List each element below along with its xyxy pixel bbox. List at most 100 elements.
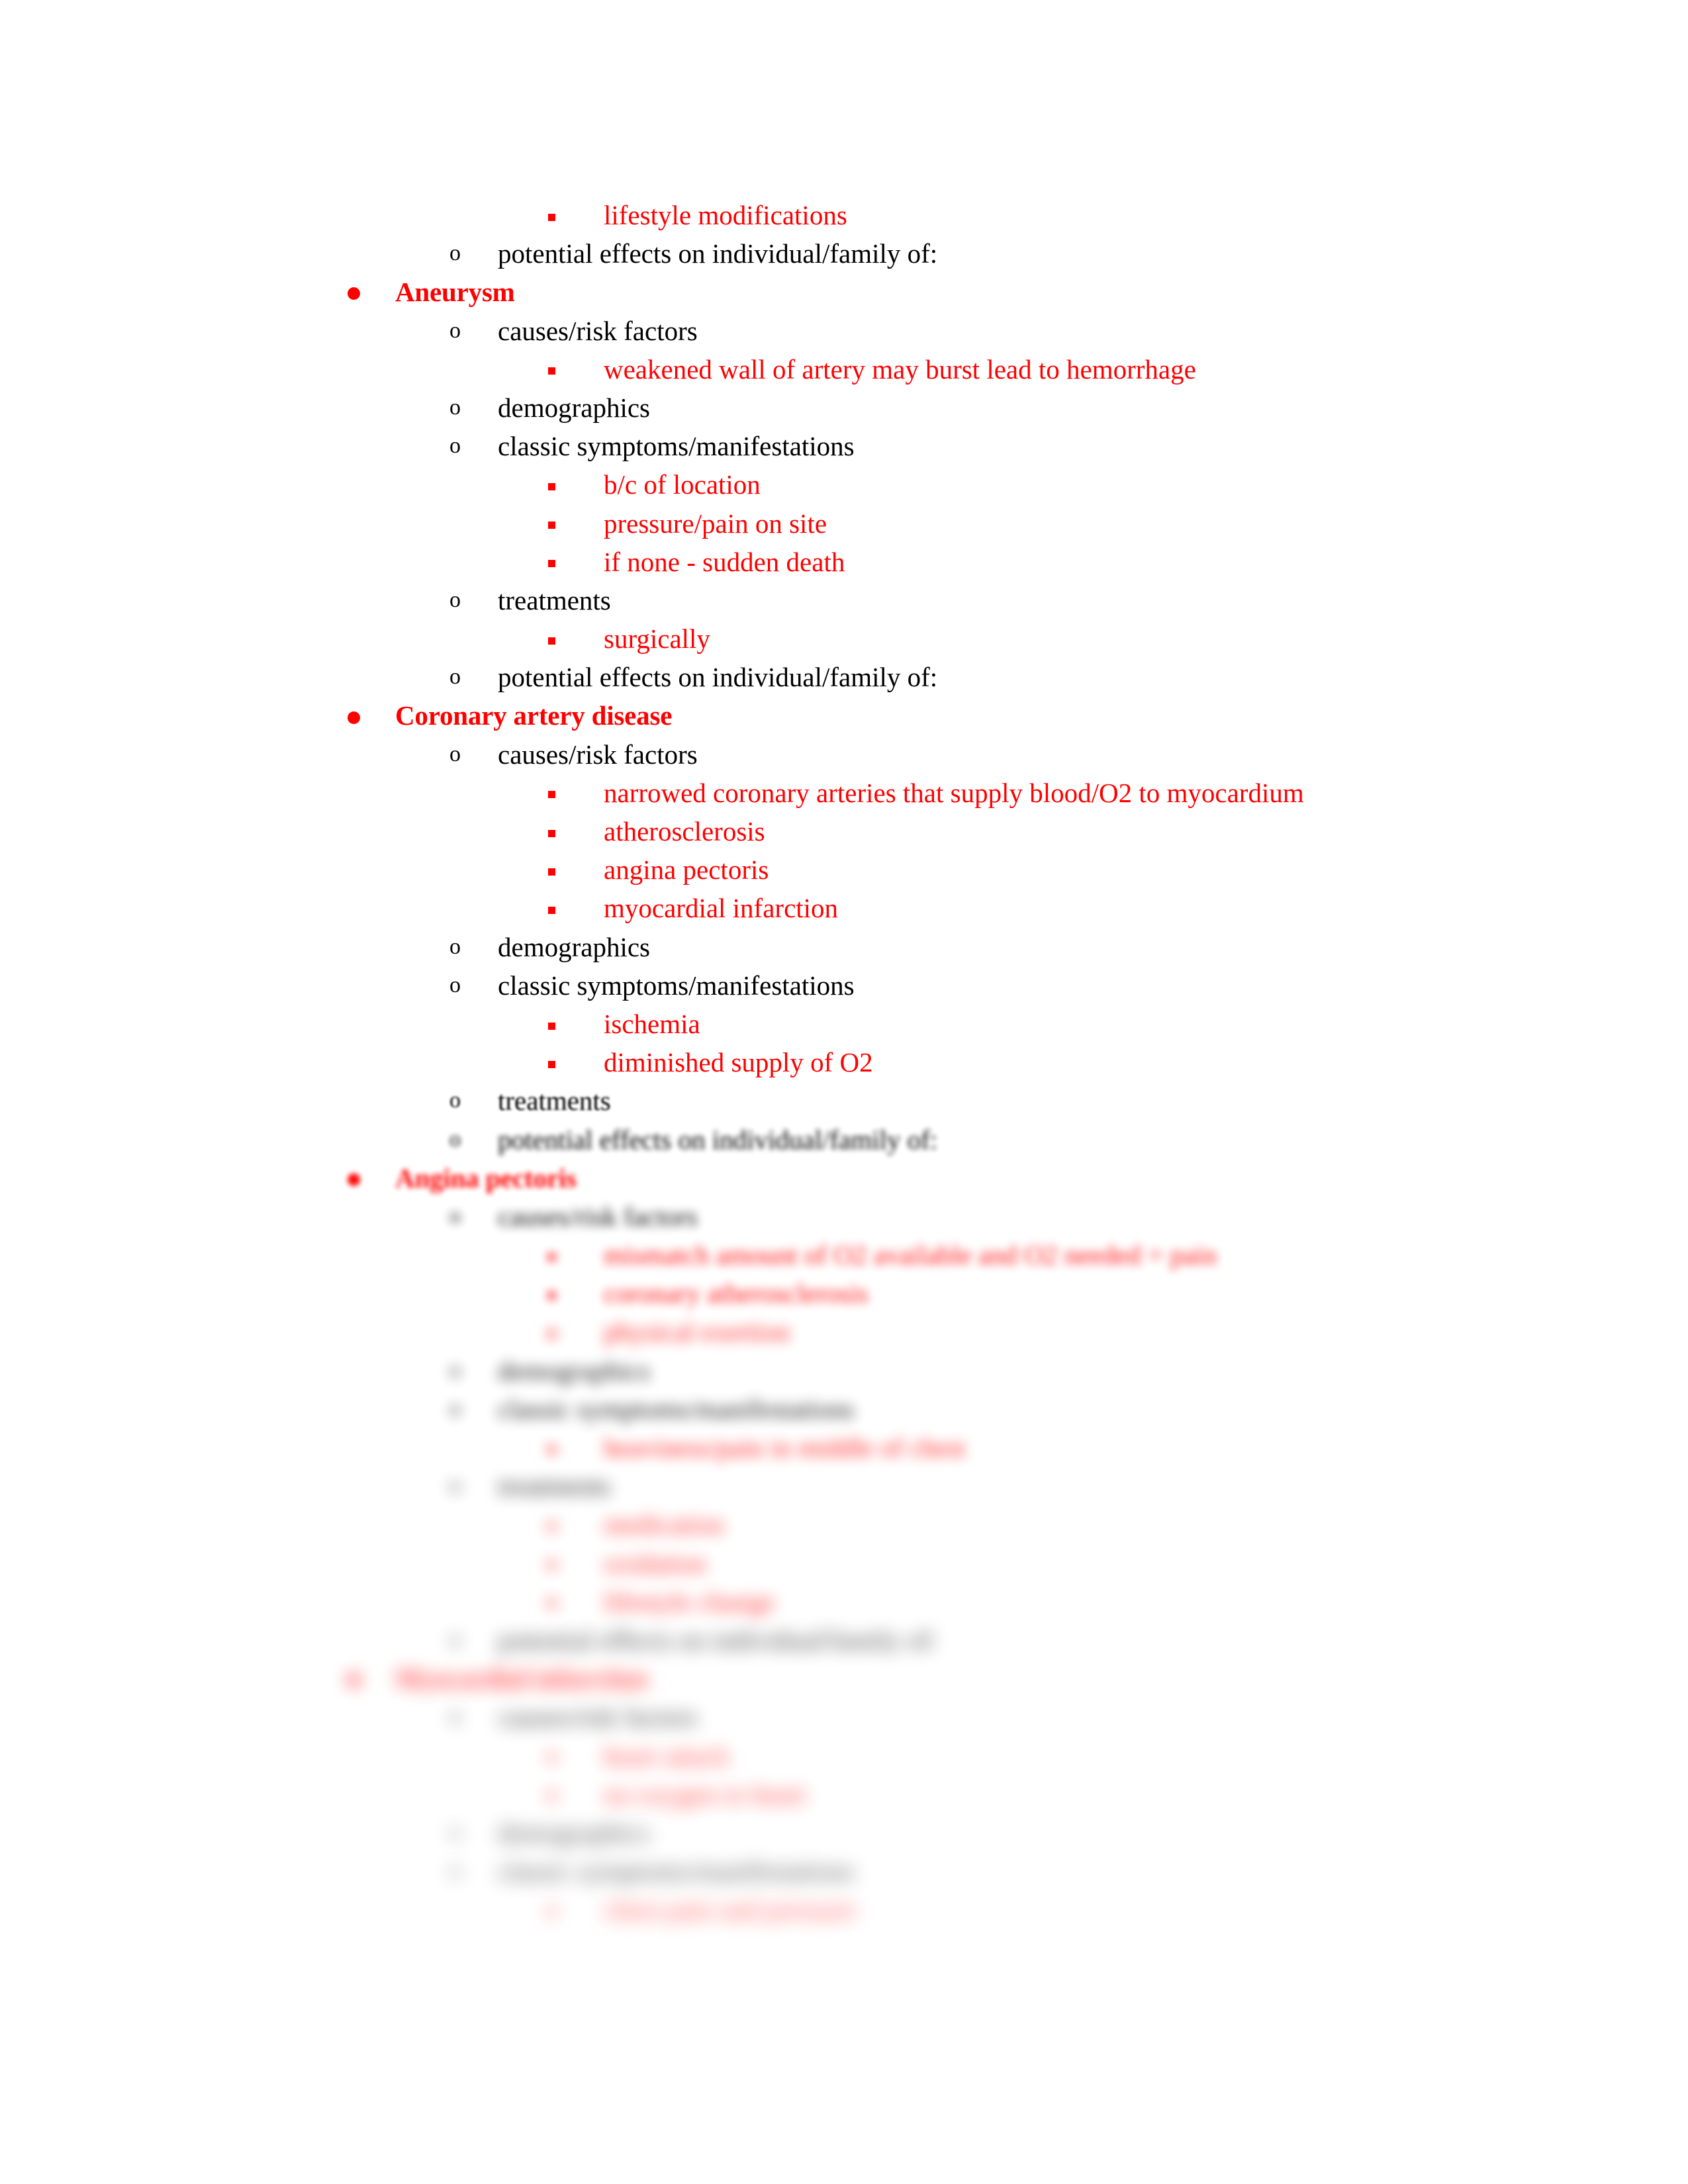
outline-subitem-row: o treatments <box>0 1467 1688 1505</box>
square-glyph <box>548 1060 555 1068</box>
square-glyph <box>548 829 555 837</box>
square-bullet-icon <box>548 1043 555 1081</box>
outline-item-text: mismatch amount of O2 available and O2 n… <box>604 1240 1217 1271</box>
outline-item-text: physical exertion <box>604 1316 790 1347</box>
outline-item-text: heaviness/pain in middle of chest <box>604 1432 966 1463</box>
square-bullet-icon <box>548 1274 555 1312</box>
square-glyph <box>548 367 555 375</box>
outline-subitem-row: o demographics <box>0 388 1688 427</box>
outline-detail-row: lifestyle modifications <box>0 196 1688 234</box>
outline-item-text: chest pain and pressure <box>604 1894 857 1925</box>
outline-detail-row: heaviness/pain in middle of chest <box>0 1428 1688 1467</box>
square-bullet-icon <box>548 1428 555 1467</box>
square-glyph <box>548 1522 555 1530</box>
outline-item-text: classic symptoms/manifestations <box>498 1393 855 1424</box>
outline-subitem-row: o potential effects on individual/family … <box>0 658 1688 696</box>
hollow-circle-bullet-icon: o <box>449 1819 461 1844</box>
outline-item-text: angina pectoris <box>604 854 769 886</box>
outline-item-text: classic symptoms/manifestations <box>498 970 855 1001</box>
outline-heading-row: Angina pectoris <box>0 1159 1688 1197</box>
hollow-circle-bullet-icon: o <box>449 972 461 997</box>
outline-item-text: diminished supply of O2 <box>604 1047 873 1078</box>
square-glyph <box>548 1253 555 1261</box>
square-glyph <box>548 791 555 799</box>
outline-item-text: demographics <box>498 931 650 962</box>
outline-item-text: treatments <box>498 584 611 615</box>
outline-item-text: pressure/pain on site <box>604 508 827 539</box>
square-bullet-icon <box>548 1890 555 1929</box>
square-bullet-icon <box>548 619 555 658</box>
outline-item-text: treatments <box>498 1085 611 1116</box>
outline-heading-row: Myocardial infarction <box>0 1659 1688 1698</box>
filled-disc-bullet-icon <box>348 1159 360 1197</box>
outline-subitem-row: o treatments <box>0 581 1688 619</box>
outline-subitem-row: o classic symptoms/manifestations <box>0 1390 1688 1428</box>
outline-item-text: weakened wall of artery may burst lead t… <box>604 353 1196 385</box>
square-glyph <box>548 482 555 490</box>
disc-glyph <box>348 1674 360 1687</box>
outline-item-text: no oxygen to heart <box>604 1778 807 1809</box>
outline-detail-row: weakened wall of artery may burst lead t… <box>0 350 1688 388</box>
square-glyph <box>548 1600 555 1608</box>
outline-detail-row: pressure/pain on site <box>0 504 1688 543</box>
square-glyph <box>548 1754 555 1762</box>
outline-item-text: Coronary artery disease <box>395 700 673 731</box>
square-bullet-icon <box>548 889 555 927</box>
square-bullet-icon <box>548 350 555 388</box>
square-glyph <box>548 637 555 645</box>
outline-item-text: causes/risk factors <box>498 1702 698 1733</box>
outline-heading-row: Coronary artery disease <box>0 696 1688 735</box>
hollow-circle-bullet-icon: o <box>449 1357 461 1383</box>
outline-detail-row: oxidation <box>0 1544 1688 1582</box>
outline-item-text: Myocardial infarction <box>395 1663 648 1694</box>
outline-item-text: demographics <box>498 392 650 423</box>
square-bullet-icon <box>548 1312 555 1351</box>
hollow-circle-bullet-icon: o <box>449 394 461 420</box>
filled-disc-bullet-icon <box>348 273 360 311</box>
square-glyph <box>548 1022 555 1030</box>
hollow-circle-bullet-icon: o <box>449 1126 461 1152</box>
outline-item-text: if none - sudden death <box>604 546 845 577</box>
square-glyph <box>548 560 555 568</box>
outline-subitem-row: o demographics <box>0 1351 1688 1390</box>
outline-item-text: medication <box>604 1509 725 1540</box>
outline-detail-row: chest pain and pressure <box>0 1890 1688 1929</box>
square-glyph <box>548 1445 555 1453</box>
filled-disc-bullet-icon <box>348 1659 360 1698</box>
outline-detail-row: heart attack <box>0 1737 1688 1775</box>
outline-detail-row: angina pectoris <box>0 850 1688 889</box>
square-glyph <box>548 1561 555 1569</box>
outline-detail-row: diminished supply of O2 <box>0 1043 1688 1081</box>
outline-subitem-row: o potential effects on individual/family … <box>0 1120 1688 1159</box>
outline-list: lifestyle modifications o potential effect… <box>0 196 1688 1929</box>
outline-detail-row: no oxygen to heart <box>0 1775 1688 1813</box>
square-bullet-icon <box>548 1005 555 1043</box>
outline-item-text: lifestyle change <box>604 1586 775 1617</box>
square-bullet-icon <box>548 1737 555 1775</box>
outline-item-text: ischemia <box>604 1008 700 1039</box>
outline-subitem-row: o causes/risk factors <box>0 1698 1688 1736</box>
outline-detail-row: mismatch amount of O2 available and O2 n… <box>0 1236 1688 1274</box>
outline-item-text: narrowed coronary arteries that supply b… <box>604 777 1304 808</box>
outline-detail-row: myocardial infarction <box>0 889 1688 927</box>
square-glyph <box>548 1907 555 1915</box>
square-bullet-icon <box>548 1775 555 1813</box>
square-bullet-icon <box>548 1505 555 1543</box>
outline-subitem-row: o causes/risk factors <box>0 1197 1688 1236</box>
square-bullet-icon <box>548 774 555 812</box>
outline-detail-row: ischemia <box>0 1005 1688 1043</box>
square-bullet-icon <box>548 465 555 504</box>
hollow-circle-bullet-icon: o <box>449 664 461 690</box>
outline-item-text: myocardial infarction <box>604 893 839 924</box>
disc-glyph <box>348 287 360 300</box>
outline-item-text: atherosclerosis <box>604 816 765 846</box>
outline-subitem-row: o classic symptoms/manifestations <box>0 966 1688 1005</box>
square-bullet-icon <box>548 543 555 581</box>
square-glyph <box>548 868 555 876</box>
square-glyph <box>548 522 555 529</box>
hollow-circle-bullet-icon: o <box>449 1858 461 1884</box>
outline-subitem-row: o potential effects on individual/family … <box>0 234 1688 273</box>
outline-subitem-row: o classic symptoms/manifestations <box>0 427 1688 465</box>
outline-subitem-row: o treatments <box>0 1081 1688 1120</box>
outline-detail-row: if none - sudden death <box>0 543 1688 581</box>
